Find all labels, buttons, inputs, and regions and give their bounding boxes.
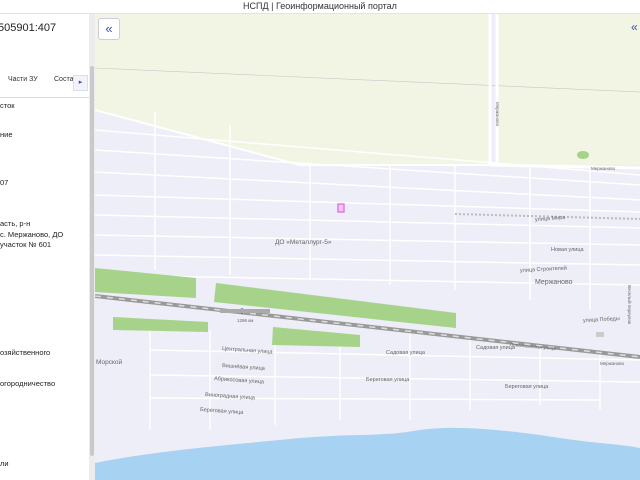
label-road: Береговая улица xyxy=(366,377,410,383)
map-view[interactable]: ДО «Металлург-5» Мержаново 1296 км Морск… xyxy=(95,14,640,480)
cadastral-number: 505901:407 xyxy=(0,22,57,34)
tab-bar: Части ЗУ Соста ▸ xyxy=(0,69,90,98)
info-line: участок № 601 xyxy=(0,240,52,249)
app-title: НСПД | Геоинформационный портал xyxy=(0,0,640,14)
building xyxy=(596,332,604,337)
tab-next-button[interactable]: ▸ xyxy=(73,75,88,91)
info-panel: 505901:407 Части ЗУ Соста ▸ сток ние 07 … xyxy=(0,14,90,480)
panel-scroll-thumb[interactable] xyxy=(90,66,94,456)
info-line: озяйственного xyxy=(0,348,51,357)
field-area xyxy=(497,14,640,165)
info-line: огородничество xyxy=(0,379,56,388)
label-village: Мержаново xyxy=(535,279,573,286)
label-settlement: ДО «Металлург-5» xyxy=(275,239,332,246)
info-line: сток xyxy=(0,101,15,110)
info-line: ние xyxy=(0,130,13,139)
double-chevron-icon[interactable]: « xyxy=(631,20,638,34)
info-line: 07 xyxy=(0,178,9,187)
label-road: Садовая улица xyxy=(386,350,426,356)
label-road: Веселый переулок xyxy=(627,285,633,324)
selected-parcel xyxy=(337,203,345,213)
label-road: Мержаново xyxy=(600,361,625,366)
tab-composition[interactable]: Соста xyxy=(54,76,73,83)
info-line: ли xyxy=(0,459,9,468)
label-road: Новая улица xyxy=(551,247,585,253)
label-morskoy: Морской xyxy=(96,358,122,366)
station-platform xyxy=(220,309,270,313)
label-road: Мержаново xyxy=(495,102,500,127)
collapse-panel-button[interactable]: « xyxy=(98,18,120,40)
label-station: 1296 км xyxy=(237,318,253,323)
label-road: Береговая улица xyxy=(505,384,549,390)
label-road: Мержаново xyxy=(591,166,616,171)
tree-icon xyxy=(577,151,589,159)
tab-parts[interactable]: Части ЗУ xyxy=(8,76,38,83)
